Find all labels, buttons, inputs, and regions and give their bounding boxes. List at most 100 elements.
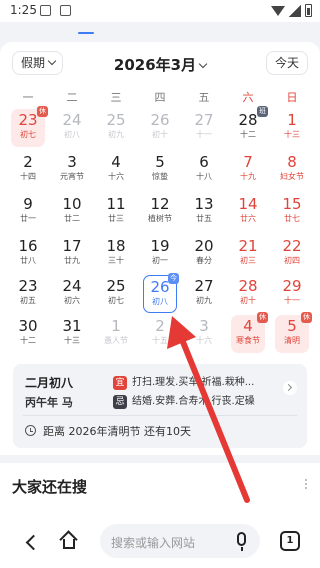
calendar-day[interactable]: 24 初八: [55, 109, 89, 147]
divider: [23, 415, 297, 416]
status-time: 1:25: [10, 3, 37, 17]
calendar-day[interactable]: 30 十二: [11, 315, 45, 353]
day-number: 28: [238, 277, 258, 295]
calendar-day[interactable]: 2 十四: [11, 151, 45, 189]
tabs-icon[interactable]: 1: [280, 531, 300, 551]
day-badge: 休: [37, 106, 48, 117]
calendar-day[interactable]: 11 廿三: [99, 193, 133, 231]
signal-icon: [289, 4, 301, 17]
lunar-label: 初四: [284, 256, 300, 265]
calendar-day[interactable]: 27 十一: [187, 109, 221, 147]
calendar-day[interactable]: 26 初八今: [143, 273, 179, 313]
calendar-day[interactable]: 5 惊蛰: [143, 151, 177, 189]
calendar-day[interactable]: 18 三十: [99, 235, 133, 273]
calendar-day[interactable]: 4 十六: [99, 151, 133, 189]
calendar-card: 假期 2026年3月 今天 一 二 三 四 五 六 日 23 初七休 24 初八 25 初…: [0, 42, 320, 455]
calendar-day[interactable]: 1 十三: [275, 109, 309, 147]
status-icons: [271, 4, 312, 17]
lunar-label: 十六: [196, 336, 212, 345]
month-title: 2026年3月: [113, 56, 197, 74]
calendar-day[interactable]: 24 初六: [55, 275, 89, 313]
search-input[interactable]: 搜索或输入网站: [100, 524, 260, 558]
lunar-label: 十二: [240, 130, 256, 139]
calendar-day[interactable]: 2 十五: [143, 315, 177, 353]
day-number: 3: [67, 153, 77, 171]
day-number: 1: [111, 317, 121, 335]
calendar-day[interactable]: 9 廿一: [11, 193, 45, 231]
day-number: 13: [194, 195, 214, 213]
lunar-label: 愚人节: [104, 336, 128, 345]
calendar-day[interactable]: 12 植树节: [143, 193, 177, 231]
lunar-label: 廿八: [20, 256, 36, 265]
lunar-label: 三十: [108, 256, 124, 265]
calendar-day[interactable]: 10 廿二: [55, 193, 89, 231]
day-number: 9: [23, 195, 33, 213]
mic-icon[interactable]: [237, 532, 246, 551]
calendar-day[interactable]: 15 廿七: [275, 193, 309, 231]
lunar-label: 寒食节: [236, 336, 260, 345]
calendar-day[interactable]: 28 十二班: [231, 106, 268, 147]
lunar-label: 十九: [240, 172, 256, 181]
calendar-day[interactable]: 4 寒食节休: [231, 312, 268, 353]
back-icon[interactable]: [22, 531, 40, 553]
calendar-day[interactable]: 28 初十: [231, 275, 265, 313]
calendar-day[interactable]: 31 十三: [55, 315, 89, 353]
calendar-day[interactable]: 26 初十: [143, 109, 177, 147]
lunar-label: 初九: [196, 296, 212, 305]
yi-tag: 宜: [113, 376, 127, 390]
calendar-day[interactable]: 6 十八: [187, 151, 221, 189]
day-number: 26: [150, 111, 170, 129]
calendar-day[interactable]: 22 初四: [275, 235, 309, 273]
day-number: 8: [287, 153, 297, 171]
lunar-label: 初八: [152, 297, 168, 306]
lunar-label: 初十: [152, 130, 168, 139]
day-badge: 休: [257, 312, 268, 323]
today-button[interactable]: 今天: [266, 51, 308, 75]
calendar-day[interactable]: 8 妇女节: [275, 151, 309, 189]
battery-icon: [305, 4, 312, 17]
day-number: 22: [282, 237, 302, 255]
calendar-day[interactable]: 25 初九: [99, 109, 133, 147]
lunar-label: 廿五: [196, 214, 212, 223]
calendar-day[interactable]: 13 廿五: [187, 193, 221, 231]
lunar-label: 十六: [108, 172, 124, 181]
day-number: 2: [23, 153, 33, 171]
calendar-day[interactable]: 1 愚人节: [99, 315, 133, 353]
weekday-label: 日: [286, 91, 298, 104]
calendar-day[interactable]: 17 廿九: [55, 235, 89, 273]
lunar-label: 初十: [240, 296, 256, 305]
status-bar: 1:25: [0, 0, 320, 22]
more-icon[interactable]: [305, 479, 307, 481]
lunar-label: 初三: [240, 256, 256, 265]
calendar-day[interactable]: 7 十九: [231, 151, 265, 189]
calendar-day[interactable]: 25 初七: [99, 275, 133, 313]
lunar-label: 初五: [20, 296, 36, 305]
yi-text: 打扫.理发.买车.祈福.栽种...: [132, 377, 255, 388]
weekday-label: 三: [110, 91, 122, 104]
calendar-day[interactable]: 23 初五: [11, 275, 45, 313]
calendar-day[interactable]: 23 初七休: [11, 106, 48, 147]
home-icon[interactable]: [59, 530, 78, 550]
calendar-day[interactable]: 27 初九: [187, 275, 221, 313]
calendar-day[interactable]: 3 元宵节: [55, 151, 89, 189]
calendar-day[interactable]: 14 廿六: [231, 193, 265, 231]
day-number: 1: [287, 111, 297, 129]
clock-icon: [25, 425, 36, 436]
day-badge: 休: [301, 312, 312, 323]
day-number: 2: [155, 317, 165, 335]
ji-text: 结婚.安葬.合寿木.行丧.定磉: [132, 396, 255, 407]
calendar-day[interactable]: 19 初一: [143, 235, 177, 273]
calendar-day[interactable]: 3 十六: [187, 315, 221, 353]
lunar-label: 十二: [20, 336, 36, 345]
calendar-day[interactable]: 21 初三: [231, 235, 265, 273]
lunar-label: 十五: [152, 336, 168, 345]
lunar-label: 清明: [284, 336, 300, 345]
calendar-day[interactable]: 29 十一: [275, 275, 309, 313]
calendar-day[interactable]: 5 清明休: [275, 312, 312, 353]
day-number: 30: [18, 317, 38, 335]
chevron-right-icon[interactable]: [283, 381, 297, 395]
day-number: 15: [282, 195, 302, 213]
almanac-panel[interactable]: 二月初八 丙午年 马 宜打扫.理发.买车.祈福.栽种... 忌结婚.安葬.合寿木…: [13, 364, 307, 448]
calendar-day[interactable]: 16 廿八: [11, 235, 45, 273]
calendar-day[interactable]: 20 春分: [187, 235, 221, 273]
